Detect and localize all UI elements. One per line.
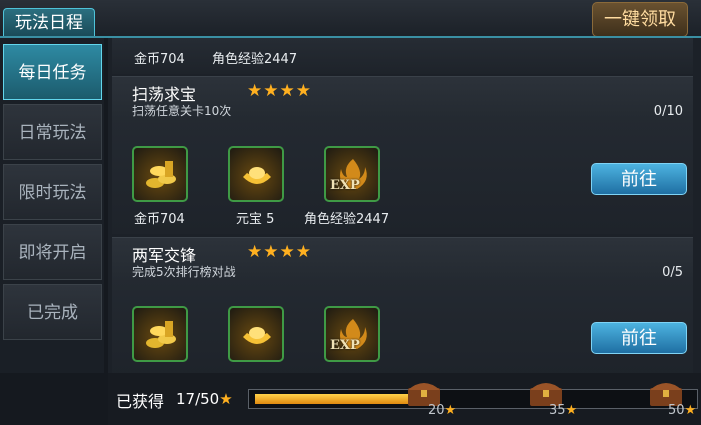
- task-progress-count: 0/10: [653, 104, 683, 119]
- sidebar-item-coming-soon[interactable]: 即将开启: [3, 224, 102, 280]
- reward-label: 角色经验2447: [212, 52, 298, 67]
- task-progress-count: 0/5: [662, 265, 683, 280]
- milestone-value: 35: [549, 403, 566, 418]
- go-button[interactable]: 前往: [591, 163, 687, 195]
- obtained-count: 17/50★: [176, 390, 233, 408]
- milestone-value: 20: [428, 403, 445, 418]
- sidebar-item-regular-play[interactable]: 日常玩法: [3, 104, 102, 160]
- go-button[interactable]: 前往: [591, 322, 687, 354]
- task-list[interactable]: 金币704 角色经验2447 扫荡求宝 ★★★★ 扫荡任意关卡10次 0/10 …: [108, 38, 701, 373]
- progress-track: [248, 389, 698, 409]
- top-bar: 玩法日程 一键领取: [0, 0, 701, 38]
- task-card-header: 两军交锋 ★★★★ 完成5次排行榜对战 0/5: [112, 238, 693, 280]
- gold-ingot-icon[interactable]: [228, 306, 284, 362]
- milestone-label: 50★: [668, 403, 696, 418]
- star-icon: ★: [444, 403, 457, 418]
- task-card-partial: 金币704 角色经验2447: [112, 38, 693, 74]
- star-rating-icon: ★★★★: [247, 81, 312, 101]
- task-description: 完成5次排行榜对战: [132, 265, 236, 279]
- task-card: 扫荡求宝 ★★★★ 扫荡任意关卡10次 0/10 金币704 元宝 5 EXP …: [112, 76, 693, 234]
- star-rating-icon: ★★★★: [247, 242, 312, 262]
- progress-fill: [255, 394, 415, 404]
- obtained-label: 已获得: [116, 392, 165, 411]
- exp-badge: EXP: [330, 338, 360, 353]
- task-card: 两军交锋 ★★★★ 完成5次排行榜对战 0/5 EXP 前往: [112, 237, 693, 373]
- star-count: 17/50: [176, 390, 220, 408]
- star-icon: ★: [219, 390, 233, 408]
- milestone-label: 20★: [428, 403, 456, 418]
- gold-coins-icon[interactable]: [132, 146, 188, 202]
- star-icon: ★: [565, 403, 578, 418]
- milestone-label: 35★: [549, 403, 577, 418]
- claim-all-button[interactable]: 一键领取: [592, 2, 688, 37]
- gold-coins-icon[interactable]: [132, 306, 188, 362]
- task-description: 扫荡任意关卡10次: [132, 104, 232, 118]
- star-progress-bar: 已获得 17/50★ 20★ 35★ 50★: [108, 373, 701, 425]
- milestone-value: 50: [668, 403, 685, 418]
- reward-label: 金币704: [134, 212, 185, 227]
- sidebar-item-completed[interactable]: 已完成: [3, 284, 102, 340]
- star-icon: ★: [684, 403, 697, 418]
- gold-ingot-icon[interactable]: [228, 146, 284, 202]
- task-card-header: 扫荡求宝 ★★★★ 扫荡任意关卡10次 0/10: [112, 77, 693, 119]
- tab-play-schedule[interactable]: 玩法日程: [3, 8, 95, 37]
- sidebar-item-limited-play[interactable]: 限时玩法: [3, 164, 102, 220]
- exp-icon[interactable]: EXP: [324, 306, 380, 362]
- reward-label: 金币704: [134, 52, 185, 67]
- exp-badge: EXP: [330, 178, 360, 193]
- sidebar: 每日任务 日常玩法 限时玩法 即将开启 已完成: [0, 38, 104, 373]
- sidebar-item-daily-tasks[interactable]: 每日任务: [3, 44, 102, 100]
- exp-icon[interactable]: EXP: [324, 146, 380, 202]
- reward-label: 角色经验2447: [304, 212, 390, 227]
- reward-label: 元宝 5: [236, 212, 275, 227]
